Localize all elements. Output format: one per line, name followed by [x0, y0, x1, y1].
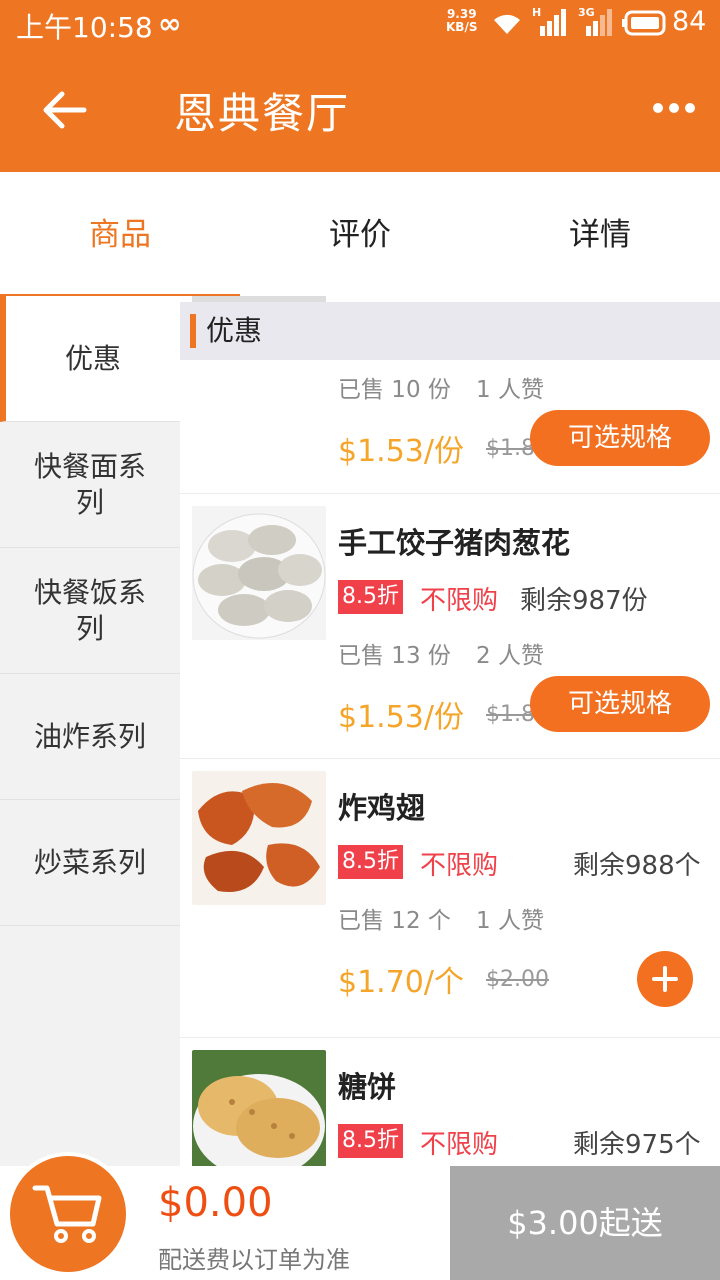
- battery-level: 84: [672, 6, 707, 37]
- cart-button[interactable]: [6, 1152, 130, 1276]
- purchase-limit: 不限购: [420, 851, 499, 881]
- stock-remaining: 剩余987份: [520, 586, 648, 616]
- price: $1.53/份: [338, 700, 464, 735]
- discount-badge: 8.5折: [338, 845, 403, 879]
- item-name: 炸鸡翅: [338, 791, 426, 825]
- signal-h-label: H: [532, 6, 542, 19]
- back-button[interactable]: [34, 82, 94, 138]
- sold-count: 已售 13 份: [338, 643, 451, 669]
- tab-reviews[interactable]: 评价: [240, 172, 480, 296]
- tab-details[interactable]: 详情: [480, 172, 720, 296]
- sold-count: 已售 12 个: [338, 908, 451, 934]
- plus-icon: [652, 966, 678, 992]
- section-header: 优惠: [180, 302, 720, 360]
- sidebar-item-stirfry[interactable]: 炒菜系列: [0, 800, 180, 926]
- signal-3g-label: 3G: [578, 6, 595, 19]
- purchase-limit: 不限购: [420, 1130, 499, 1160]
- price: $1.53/份: [338, 434, 464, 469]
- signal-h-icon: H: [532, 6, 568, 38]
- like-count: 1 人赞: [476, 908, 544, 934]
- signal-3g-icon: 3G: [578, 6, 614, 38]
- food-image-chicken-wings: [192, 771, 326, 905]
- tab-bar: 商品 评价 详情: [0, 172, 720, 298]
- arrow-left-icon: [43, 91, 87, 129]
- list-item[interactable]: 手工饺子猪肉葱花 8.5折 不限购 剩余987份 已售 13 份 2 人赞 $1…: [180, 494, 720, 759]
- network-speed-unit: KB/S: [446, 20, 478, 34]
- discount-badge: 8.5折: [338, 580, 403, 614]
- discount-badge: 8.5折: [338, 1124, 403, 1158]
- network-speed: 9.39 KB/S: [446, 8, 477, 34]
- add-to-cart-button[interactable]: [637, 951, 693, 1007]
- ellipsis-icon: [653, 103, 695, 113]
- sold-count: 已售 10 份: [338, 377, 451, 403]
- original-price: $2.00: [486, 967, 549, 992]
- original-price: $1.8: [486, 702, 535, 727]
- status-bar: 上午10:58 ∞ 9.39 KB/S H 3G 84: [0, 0, 720, 48]
- price: $1.70/个: [338, 965, 464, 1000]
- battery-icon: [622, 10, 666, 36]
- list-item[interactable]: 糖饼 8.5折 不限购 剩余975个: [180, 1038, 720, 1166]
- item-name: 糖饼: [338, 1070, 397, 1104]
- app-header: 恩典餐厅: [0, 48, 720, 172]
- status-time: 上午10:58: [16, 11, 153, 44]
- list-item[interactable]: 炸鸡翅 8.5折 不限购 剩余988个 已售 12 个 1 人赞 $1.70/个…: [180, 759, 720, 1038]
- select-spec-button[interactable]: 可选规格: [530, 410, 710, 466]
- sidebar-item-discount[interactable]: 优惠: [0, 296, 180, 422]
- cart-icon: [32, 1185, 102, 1243]
- purchase-limit: 不限购: [420, 586, 499, 616]
- delivery-fee-note: 配送费以订单为准: [158, 1246, 350, 1274]
- stock-remaining: 剩余988个: [573, 851, 701, 881]
- sidebar-item-fried[interactable]: 油炸系列: [0, 674, 180, 800]
- wifi-icon: [494, 14, 520, 35]
- tab-products[interactable]: 商品: [0, 172, 240, 298]
- select-spec-button[interactable]: 可选规格: [530, 676, 710, 732]
- sidebar-item-noodles[interactable]: 快餐面系列: [0, 422, 180, 548]
- food-image-dumplings: [192, 506, 326, 640]
- product-list[interactable]: 优惠 已售 10 份 1 人赞 $1.53/份 $1.8 可选规格 手工饺子猪肉…: [180, 296, 720, 1166]
- sidebar-item-rice[interactable]: 快餐饭系列: [0, 548, 180, 674]
- category-sidebar: 优惠 快餐面系列 快餐饭系列 油炸系列 炒菜系列: [0, 296, 180, 1280]
- like-count: 2 人赞: [476, 643, 544, 669]
- page-title: 恩典餐厅: [174, 89, 351, 138]
- item-name: 手工饺子猪肉葱花: [338, 526, 571, 560]
- checkout-button[interactable]: $3.00起送: [450, 1166, 720, 1280]
- cart-bar: $0.00 配送费以订单为准 $3.00起送: [0, 1152, 720, 1280]
- infinity-icon: ∞: [158, 7, 182, 40]
- cart-total: $0.00: [158, 1180, 273, 1226]
- original-price: $1.8: [486, 436, 535, 461]
- more-button[interactable]: [644, 88, 704, 128]
- food-image-sugar-cake: [192, 1050, 326, 1166]
- stock-remaining: 剩余975个: [573, 1130, 701, 1160]
- like-count: 1 人赞: [476, 377, 544, 403]
